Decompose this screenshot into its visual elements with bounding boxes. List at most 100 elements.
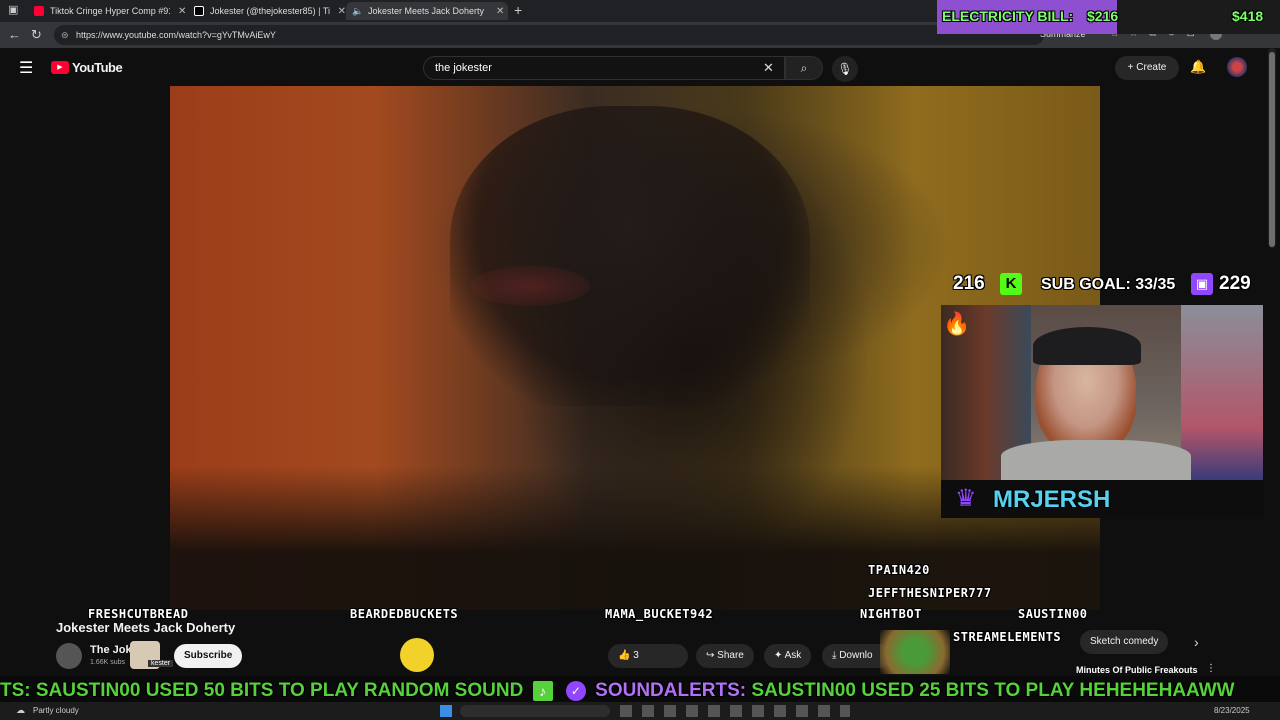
share-button[interactable]: ↪ Share: [696, 644, 754, 668]
ticker-text: SAUSTIN00 USED 25 BITS TO PLAY HEHEHEHAA…: [751, 680, 1235, 701]
weather-text: Partly cloudy: [33, 706, 79, 715]
close-tab-icon[interactable]: ✕: [338, 6, 346, 17]
chevron-right-icon[interactable]: ›: [1194, 634, 1199, 650]
video-title: Jokester Meets Jack Doherty: [56, 620, 236, 635]
create-label: Create: [1136, 62, 1167, 73]
new-tab-icon[interactable]: +: [514, 2, 522, 18]
chatter-name: SAUSTIN00: [1018, 607, 1088, 621]
scrollbar-thumb[interactable]: [1269, 52, 1275, 247]
chatter-name: TPAIN420: [868, 563, 930, 577]
speaker-icon: 🔈: [352, 6, 364, 16]
thumbs-up-icon: 👍: [618, 650, 634, 661]
youtube-play-icon: ▶: [51, 61, 69, 74]
page-scrollbar[interactable]: [1268, 48, 1276, 248]
plus-icon: +: [1127, 62, 1137, 73]
browser-tab-3-active[interactable]: 🔈 Jokester Meets Jack Doherty ✕: [346, 2, 508, 20]
like-count: 3: [633, 650, 639, 661]
weather-icon: ☁: [16, 705, 25, 715]
tab-title: Jokester Meets Jack Doherty: [368, 6, 485, 16]
streamer-facecam: 🔥: [941, 305, 1263, 480]
beanie-shape: [1033, 327, 1141, 365]
ask-label: Ask: [784, 650, 802, 661]
reload-icon[interactable]: ↻: [31, 27, 42, 43]
youtube-logo[interactable]: ▶ YouTube: [51, 60, 123, 75]
twitch-logo-icon: ▣: [1191, 273, 1213, 295]
fire-icon: 🔥: [943, 311, 971, 336]
download-label: Downlo: [839, 650, 873, 661]
twitch-count: 229: [1219, 273, 1251, 294]
electricity-bill-overlay: ELECTRICITY BILL: $216 $418: [937, 0, 1280, 34]
windows-taskbar: ☁ Partly cloudy 8/23/2025: [0, 702, 1280, 720]
crown-icon: ♛: [955, 485, 977, 512]
share-icon: ↪: [706, 650, 718, 661]
search-icon: ⌕: [800, 61, 808, 75]
electricity-label: ELECTRICITY BILL:: [942, 8, 1074, 24]
person-silhouette: [450, 106, 810, 406]
tab-title: Tiktok Cringe Hyper Comp #91 -: [50, 6, 170, 16]
browser-tab-1[interactable]: Tiktok Cringe Hyper Comp #91 - ✕: [28, 2, 188, 20]
back-icon[interactable]: ←: [8, 27, 21, 42]
taskbar-search[interactable]: [460, 705, 610, 717]
chatter-name: FRESHCUTBREAD: [88, 607, 189, 621]
channel-name[interactable]: The Jok: [90, 644, 132, 656]
tab-actions-icon[interactable]: ▣: [8, 3, 18, 16]
search-input[interactable]: the jokester ✕: [423, 56, 785, 80]
streamer-name: MRJERSH: [993, 486, 1111, 513]
tab-title: Jokester (@thejokester85) | TikTok: [210, 6, 330, 16]
soundalerts-icon: ♪: [532, 680, 553, 701]
youtube-favicon-icon: [34, 6, 44, 16]
electricity-current: $216: [1087, 8, 1119, 24]
more-options-icon[interactable]: ⋮: [1206, 663, 1216, 674]
clear-search-icon[interactable]: ✕: [763, 57, 774, 79]
site-info-icon[interactable]: ⊜: [61, 25, 69, 45]
room-background: [1181, 305, 1263, 480]
chatter-name: MAMA_BUCKET942: [605, 607, 714, 621]
close-tab-icon[interactable]: ✕: [178, 6, 186, 17]
streamer-name-bar: ♛ MRJERSH: [941, 480, 1263, 518]
hamburger-menu-icon[interactable]: ☰: [19, 58, 33, 78]
chip-sketch-comedy[interactable]: Sketch comedy: [1080, 630, 1169, 654]
browser-tab-2[interactable]: Jokester (@thejokester85) | TikTok ✕: [188, 2, 346, 20]
shirt-shape: [1001, 440, 1191, 480]
search-value: the jokester: [435, 62, 492, 74]
taskbar-app-icons[interactable]: [620, 705, 850, 717]
chatter-name: BEARDEDBUCKETS: [350, 607, 459, 621]
logo-text: YouTube: [72, 60, 123, 75]
chatter-name: STREAMELEMENTS: [953, 630, 1062, 644]
search-button[interactable]: ⌕: [785, 56, 823, 80]
voice-search-button[interactable]: 🎙: [832, 56, 858, 82]
subscriber-count: 1.66K subs: [90, 659, 126, 666]
video-info-area: FRESHCUTBREAD BEARDEDBUCKETS MAMA_BUCKET…: [0, 607, 1280, 676]
subscribe-button[interactable]: Subscribe: [174, 644, 243, 668]
chatter-name: NIGHTBOT: [860, 607, 922, 621]
recommended-video-title[interactable]: Minutes Of Public Freakouts: [1076, 665, 1198, 675]
url-field[interactable]: ⊜ https://www.youtube.com/watch?v=gYvTMv…: [54, 25, 1044, 45]
url-text: https://www.youtube.com/watch?v=gYvTMvAi…: [76, 30, 276, 40]
kick-logo-icon: K: [1000, 273, 1022, 295]
sparkle-icon: ✦: [774, 650, 785, 661]
account-avatar[interactable]: [1227, 57, 1247, 77]
taskbar-date: 8/23/2025: [1214, 706, 1250, 715]
pixel-avatars-group: [880, 630, 950, 674]
youtube-header: ☰ ▶ YouTube the jokester ✕ ⌕ 🎙 + Create …: [0, 48, 1280, 248]
sub-goal-text: SUB GOAL: 33/35: [1041, 276, 1176, 293]
tooltip: kester: [148, 660, 174, 667]
face-paint-shape: [470, 266, 590, 306]
notifications-bell-icon[interactable]: 🔔: [1190, 59, 1206, 75]
close-tab-icon[interactable]: ✕: [496, 6, 504, 17]
like-button[interactable]: 👍 3: [608, 644, 688, 668]
pixel-pikachu-avatar: [400, 638, 434, 672]
microphone-icon: 🎙: [837, 62, 853, 76]
ticker-source: SOUNDALERTS:: [595, 680, 747, 701]
electricity-goal: $418: [1232, 8, 1264, 24]
kick-count: 216: [953, 273, 985, 294]
start-icon[interactable]: [440, 705, 452, 717]
chatter-name: JEFFTHESNIPER777: [868, 586, 992, 600]
tiktok-favicon-icon: [194, 6, 204, 16]
create-button[interactable]: + Create: [1115, 56, 1179, 80]
ask-button[interactable]: ✦ Ask: [764, 644, 812, 668]
ticker-text: TS: SAUSTIN00 USED 50 BITS TO PLAY RANDO…: [0, 680, 524, 701]
twitch-badge-icon: ✓: [565, 680, 586, 701]
channel-avatar[interactable]: [56, 643, 82, 669]
sub-goal-bar: 216 K SUB GOAL: 33/35 ▣ 229: [953, 271, 1273, 299]
